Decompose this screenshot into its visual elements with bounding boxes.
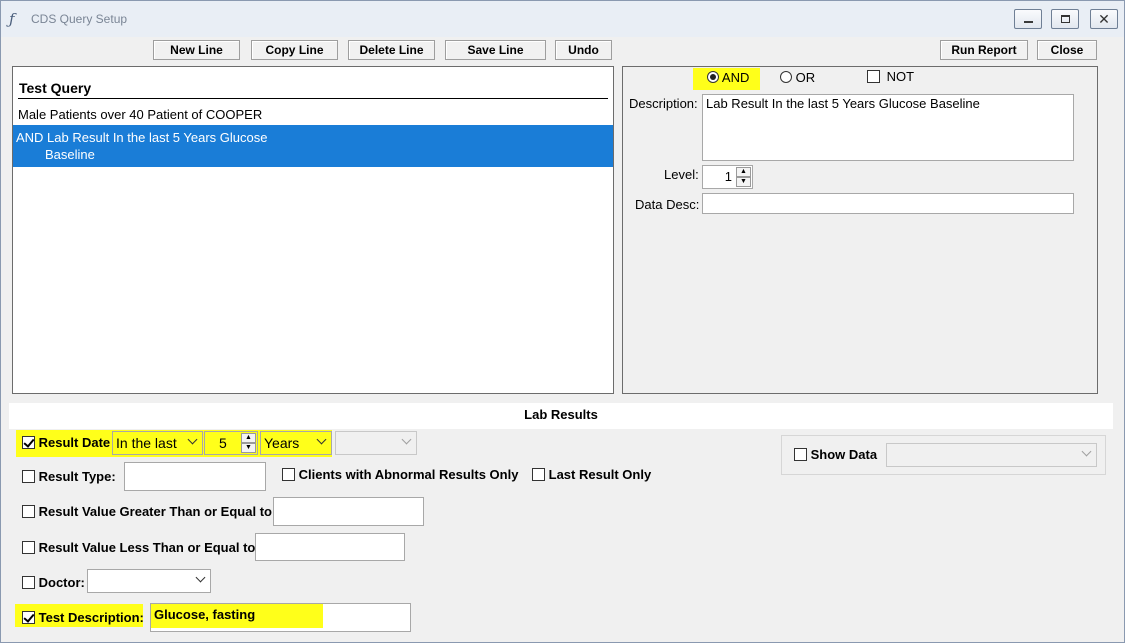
window-title: CDS Query Setup	[31, 12, 128, 26]
header-divider	[18, 98, 608, 99]
not-checkbox[interactable]: NOT	[867, 69, 914, 84]
abnormal-only-checkbox[interactable]: Clients with Abnormal Results Only	[282, 467, 518, 482]
checkbox-icon	[22, 470, 35, 483]
level-spinner[interactable]: 1 ▲ ▼	[702, 165, 753, 189]
last-result-only-checkbox[interactable]: Last Result Only	[532, 467, 651, 482]
spin-down-icon[interactable]: ▼	[241, 443, 256, 453]
value-gte-checkbox[interactable]: Result Value Greater Than or Equal to:	[22, 504, 276, 519]
minimize-icon	[1024, 21, 1033, 23]
select-value: Years	[264, 435, 300, 451]
close-window-button[interactable]: ✕	[1090, 9, 1118, 29]
maximize-button[interactable]	[1051, 9, 1079, 29]
or-radio[interactable]: OR	[780, 70, 815, 85]
select-value: In the last	[116, 435, 177, 451]
level-value: 1	[724, 169, 732, 184]
value-lte-checkbox[interactable]: Result Value Less Than or Equal to:	[22, 540, 260, 555]
list-item-selected[interactable]: AND Lab Result In the last 5 Years Gluco…	[13, 125, 613, 167]
doctor-checkbox[interactable]: Doctor:	[22, 575, 85, 590]
result-type-label: Result Type:	[38, 469, 116, 484]
show-data-select[interactable]	[886, 443, 1097, 467]
show-data-checkbox[interactable]: Show Data	[794, 447, 877, 462]
cds-query-setup-window: ƒ CDS Query Setup ✕ New Line Copy Line D…	[0, 0, 1125, 643]
result-date-extra-select[interactable]	[335, 431, 417, 455]
title-bar: ƒ CDS Query Setup ✕	[1, 1, 1124, 37]
test-description-checkbox[interactable]: Test Description:	[22, 610, 144, 625]
checkbox-icon	[282, 468, 295, 481]
result-date-label: Result Date	[38, 435, 111, 450]
undo-button[interactable]: Undo	[555, 40, 612, 60]
description-label: Description:	[629, 96, 698, 111]
close-button[interactable]: Close	[1037, 40, 1097, 60]
value-gte-label: Result Value Greater Than or Equal to:	[38, 504, 277, 519]
and-radio[interactable]: AND	[707, 70, 749, 85]
minimize-button[interactable]	[1014, 9, 1042, 29]
list-item[interactable]: Male Patients over 40 Patient of COOPER	[18, 107, 262, 122]
show-data-label: Show Data	[810, 447, 878, 462]
result-date-amount-spinner[interactable]: 5 ▲ ▼	[204, 431, 258, 455]
checkbox-icon	[22, 541, 35, 554]
run-report-button[interactable]: Run Report	[940, 40, 1028, 60]
and-label: AND	[721, 70, 750, 85]
chevron-down-icon	[188, 436, 198, 446]
checkbox-checked-icon	[22, 611, 35, 624]
save-line-button[interactable]: Save Line	[445, 40, 546, 60]
doctor-label: Doctor:	[38, 575, 85, 590]
app-icon: ƒ	[9, 10, 15, 28]
checkbox-icon	[532, 468, 545, 481]
result-type-checkbox[interactable]: Result Type:	[22, 469, 116, 484]
close-icon: ✕	[1098, 11, 1110, 27]
value-lte-label: Result Value Less Than or Equal to:	[38, 540, 260, 555]
checkbox-icon	[22, 576, 35, 589]
checkbox-icon	[867, 70, 880, 83]
result-date-unit-select[interactable]: Years	[260, 431, 332, 455]
chevron-down-icon	[1082, 448, 1092, 458]
checkbox-checked-icon	[22, 436, 35, 449]
chevron-down-icon	[402, 436, 412, 446]
result-date-mode-select[interactable]: In the last	[112, 431, 203, 455]
chevron-down-icon	[196, 574, 206, 584]
radio-icon	[780, 71, 792, 83]
spin-down-icon[interactable]: ▼	[736, 177, 751, 187]
description-field[interactable]: Lab Result In the last 5 Years Glucose B…	[702, 94, 1074, 161]
or-label: OR	[795, 70, 816, 85]
test-description-label: Test Description:	[38, 610, 144, 625]
list-item-line: Baseline	[45, 147, 95, 162]
query-list[interactable]: Test Query Male Patients over 40 Patient…	[12, 66, 614, 394]
level-label: Level:	[664, 167, 699, 182]
result-type-field[interactable]	[124, 462, 266, 491]
radio-selected-icon	[707, 71, 719, 83]
chevron-down-icon	[317, 436, 327, 446]
checkbox-icon	[22, 505, 35, 518]
data-desc-label: Data Desc:	[635, 197, 700, 212]
maximize-icon	[1061, 15, 1070, 23]
spin-up-icon[interactable]: ▲	[736, 167, 751, 177]
list-item-line: AND Lab Result In the last 5 Years Gluco…	[16, 130, 268, 145]
doctor-select[interactable]	[87, 569, 211, 593]
section-title: Lab Results	[524, 407, 598, 422]
value-gte-field[interactable]	[273, 497, 424, 526]
data-desc-field[interactable]	[702, 193, 1074, 214]
query-list-header: Test Query	[19, 80, 92, 96]
checkbox-icon	[794, 448, 807, 461]
lab-results-section-header: Lab Results	[9, 403, 1113, 429]
result-date-checkbox[interactable]: Result Date	[22, 435, 110, 450]
abnormal-only-label: Clients with Abnormal Results Only	[298, 467, 519, 482]
new-line-button[interactable]: New Line	[153, 40, 240, 60]
test-description-value: Glucose, fasting	[154, 607, 256, 622]
test-description-field[interactable]: Glucose, fasting	[150, 603, 411, 632]
not-label: NOT	[886, 69, 915, 84]
delete-line-button[interactable]: Delete Line	[348, 40, 435, 60]
spin-up-icon[interactable]: ▲	[241, 433, 256, 443]
spinner-value: 5	[219, 435, 227, 451]
value-lte-field[interactable]	[255, 533, 405, 561]
copy-line-button[interactable]: Copy Line	[251, 40, 338, 60]
last-result-only-label: Last Result Only	[548, 467, 652, 482]
